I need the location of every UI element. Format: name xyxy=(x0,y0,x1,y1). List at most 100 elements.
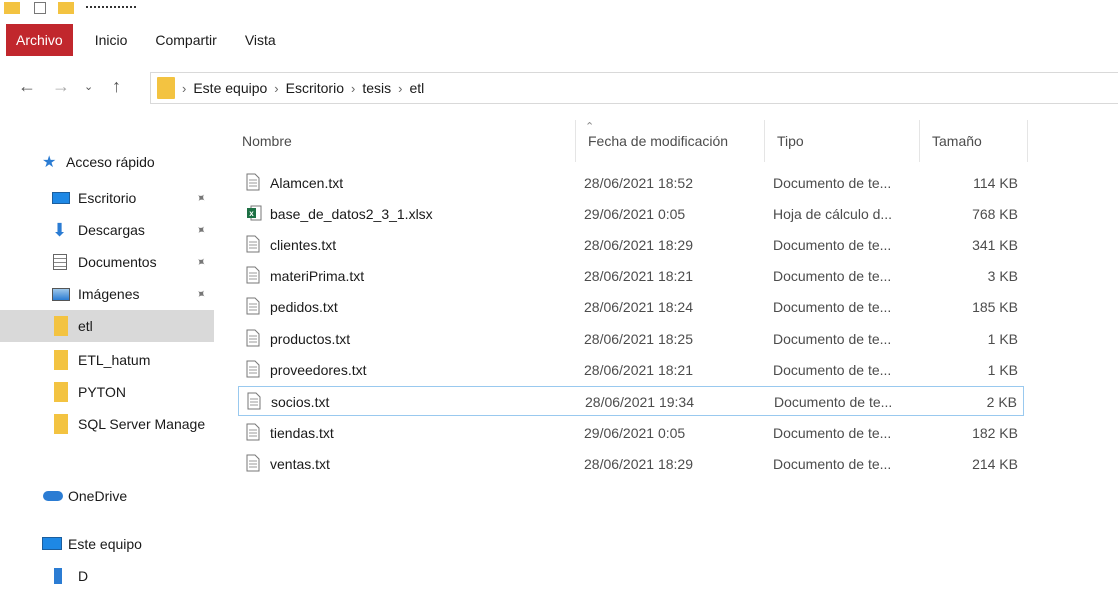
file-date: 28/06/2021 18:24 xyxy=(584,299,693,315)
folder-icon[interactable] xyxy=(4,2,20,14)
breadcrumb-separator-icon[interactable]: › xyxy=(274,81,278,96)
sidebar-item-este-equipo[interactable]: Este equipo xyxy=(0,528,214,560)
file-row[interactable]: socios.txt 28/06/2021 19:34 Documento de… xyxy=(238,386,1024,416)
file-type: Documento de te... xyxy=(773,331,892,347)
file-row[interactable]: materiPrima.txt 28/06/2021 18:21 Documen… xyxy=(238,261,1024,291)
file-size: 185 KB xyxy=(972,299,1018,315)
text-file-icon xyxy=(246,173,264,193)
column-header-label: Nombre xyxy=(242,133,292,149)
file-row[interactable]: Alamcen.txt 28/06/2021 18:52 Documento d… xyxy=(238,168,1024,198)
file-date: 28/06/2021 19:34 xyxy=(585,394,694,410)
sidebar-item-label: Documentos xyxy=(78,254,157,270)
file-date: 28/06/2021 18:52 xyxy=(584,175,693,191)
file-type: Documento de te... xyxy=(773,299,892,315)
quick-access-toolbar xyxy=(0,0,1118,20)
file-type: Documento de te... xyxy=(773,425,892,441)
file-type: Documento de te... xyxy=(773,237,892,253)
file-type: Hoja de cálculo d... xyxy=(773,206,893,222)
breadcrumb-separator-icon[interactable]: › xyxy=(398,81,402,96)
file-row[interactable]: pedidos.txt 28/06/2021 18:24 Documento d… xyxy=(238,292,1024,322)
computer-icon xyxy=(42,537,62,550)
file-name: materiPrima.txt xyxy=(270,268,365,284)
file-name: pedidos.txt xyxy=(270,299,338,315)
pin-icon[interactable]: ✦ xyxy=(193,285,210,302)
file-row[interactable]: proveedores.txt 28/06/2021 18:21 Documen… xyxy=(238,355,1024,385)
file-size: 114 KB xyxy=(973,175,1018,191)
sidebar-item-etl-hatum[interactable]: ETL_hatum xyxy=(0,344,214,376)
navigation-pane: ★ Acceso rápido Escritorio ✦ ⬇ Descargas… xyxy=(0,140,220,584)
sidebar-item-escritorio[interactable]: Escritorio ✦ xyxy=(0,182,214,214)
properties-icon[interactable] xyxy=(34,2,46,14)
column-header-tamano[interactable]: Tamaño xyxy=(920,120,1028,162)
back-arrow-icon[interactable]: ← xyxy=(18,76,36,97)
column-header-label: Fecha de modificación xyxy=(588,133,729,149)
recent-locations-chevron-icon[interactable]: ⌄ xyxy=(84,80,93,93)
breadcrumb-separator-icon[interactable]: › xyxy=(182,81,186,96)
tab-archivo[interactable]: Archivo xyxy=(6,24,73,56)
sidebar-item-label: Acceso rápido xyxy=(66,154,155,170)
sidebar-item-label: etl xyxy=(78,318,93,334)
sidebar-item-onedrive[interactable]: OneDrive xyxy=(0,480,214,512)
folder-icon xyxy=(54,382,68,402)
file-row[interactable]: x base_de_datos2_3_1.xlsx 29/06/2021 0:0… xyxy=(238,199,1024,229)
pin-icon[interactable]: ✦ xyxy=(193,253,210,270)
new-folder-icon[interactable] xyxy=(58,2,74,14)
column-header-nombre[interactable]: Nombre xyxy=(230,120,576,162)
up-arrow-icon[interactable]: ↑ xyxy=(112,76,121,97)
file-type: Documento de te... xyxy=(773,175,892,191)
cloud-icon xyxy=(43,491,63,501)
sidebar-item-label: Descargas xyxy=(78,222,145,238)
pin-icon[interactable]: ✦ xyxy=(193,189,210,206)
file-row[interactable]: productos.txt 28/06/2021 18:25 Documento… xyxy=(238,324,1024,354)
tab-vista[interactable]: Vista xyxy=(233,24,288,56)
file-type: Documento de te... xyxy=(773,362,892,378)
file-size: 2 KB xyxy=(986,394,1017,410)
sidebar-item-sql-server[interactable]: SQL Server Manage xyxy=(0,408,214,440)
file-name: socios.txt xyxy=(271,394,330,410)
text-file-icon xyxy=(247,392,265,412)
breadcrumb-tesis[interactable]: tesis xyxy=(362,80,391,96)
breadcrumb-etl[interactable]: etl xyxy=(409,80,424,96)
folder-icon xyxy=(54,414,68,434)
pin-icon[interactable]: ✦ xyxy=(193,221,210,238)
file-size: 1 KB xyxy=(987,331,1018,347)
sidebar-item-descargas[interactable]: ⬇ Descargas ✦ xyxy=(0,214,214,246)
sidebar-item-imagenes[interactable]: Imágenes ✦ xyxy=(0,278,214,310)
star-icon: ★ xyxy=(42,154,57,171)
sidebar-item-label: SQL Server Manage xyxy=(78,416,206,432)
svg-text:x: x xyxy=(249,209,254,218)
column-header-label: Tipo xyxy=(777,133,804,149)
file-name: base_de_datos2_3_1.xlsx xyxy=(270,206,433,222)
breadcrumb-escritorio[interactable]: Escritorio xyxy=(286,80,344,96)
customize-toolbar-icon[interactable] xyxy=(86,6,136,14)
breadcrumb-este-equipo[interactable]: Este equipo xyxy=(193,80,267,96)
sidebar-item-label: ETL_hatum xyxy=(78,352,151,368)
sidebar-item-pyton[interactable]: PYTON xyxy=(0,376,214,408)
forward-arrow-icon[interactable]: → xyxy=(52,76,70,97)
tab-compartir[interactable]: Compartir xyxy=(143,24,228,56)
sidebar-item-etl[interactable]: etl xyxy=(0,310,214,342)
tab-inicio[interactable]: Inicio xyxy=(83,24,140,56)
file-size: 214 KB xyxy=(972,456,1018,472)
text-file-icon xyxy=(246,423,264,443)
sidebar-item-acceso-rapido[interactable]: ★ Acceso rápido xyxy=(0,146,214,178)
file-row[interactable]: ventas.txt 28/06/2021 18:29 Documento de… xyxy=(238,449,1024,479)
address-bar: ← → ⌄ ↑ › Este equipo › Escritorio › tes… xyxy=(0,66,1118,110)
file-size: 3 KB xyxy=(987,268,1018,284)
text-file-icon xyxy=(246,329,264,349)
file-name: ventas.txt xyxy=(270,456,330,472)
file-row[interactable]: clientes.txt 28/06/2021 18:29 Documento … xyxy=(238,230,1024,260)
breadcrumb-separator-icon[interactable]: › xyxy=(351,81,355,96)
download-icon: ⬇ xyxy=(52,220,68,240)
column-headers: Nombre ⌃ Fecha de modificación Tipo Tama… xyxy=(230,120,1118,162)
address-path-box[interactable]: › Este equipo › Escritorio › tesis › etl xyxy=(150,72,1118,104)
desktop-icon xyxy=(52,192,70,204)
sidebar-item-partial[interactable]: D xyxy=(0,560,214,592)
documents-icon xyxy=(53,254,67,270)
column-header-tipo[interactable]: Tipo xyxy=(765,120,920,162)
file-row[interactable]: tiendas.txt 29/06/2021 0:05 Documento de… xyxy=(238,418,1024,448)
sidebar-item-documentos[interactable]: Documentos ✦ xyxy=(0,246,214,278)
column-header-fecha[interactable]: Fecha de modificación xyxy=(576,120,765,162)
sidebar-item-label: PYTON xyxy=(78,384,126,400)
file-size: 768 KB xyxy=(972,206,1018,222)
